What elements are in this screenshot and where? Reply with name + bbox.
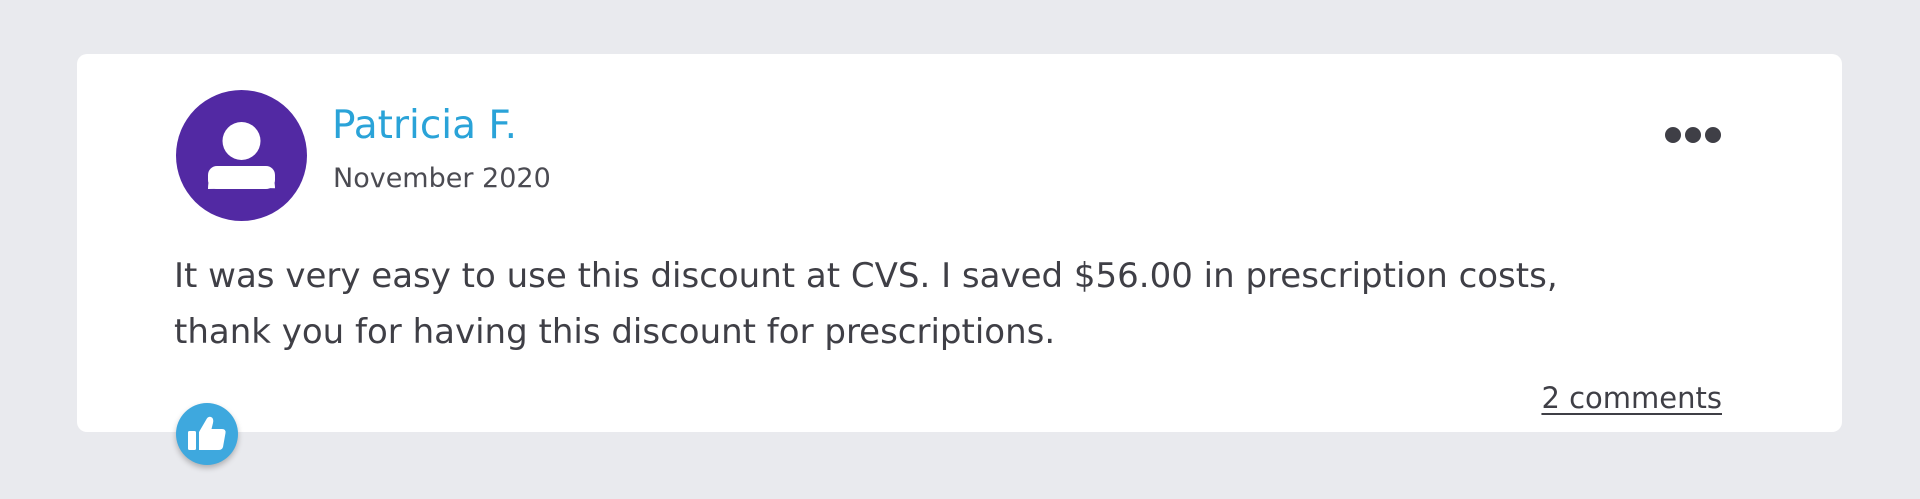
more-options-button[interactable] — [1665, 122, 1721, 148]
review-date: November 2020 — [333, 163, 551, 194]
author-name[interactable]: Patricia F. — [332, 106, 517, 145]
comments-link[interactable]: 2 comments — [1541, 384, 1722, 413]
thumbs-up-icon — [188, 416, 226, 450]
avatar — [176, 90, 307, 221]
user-icon — [208, 122, 275, 189]
review-text: It was very easy to use this discount at… — [174, 256, 1558, 352]
like-button[interactable] — [176, 403, 238, 465]
more-options-icon — [1665, 127, 1721, 143]
